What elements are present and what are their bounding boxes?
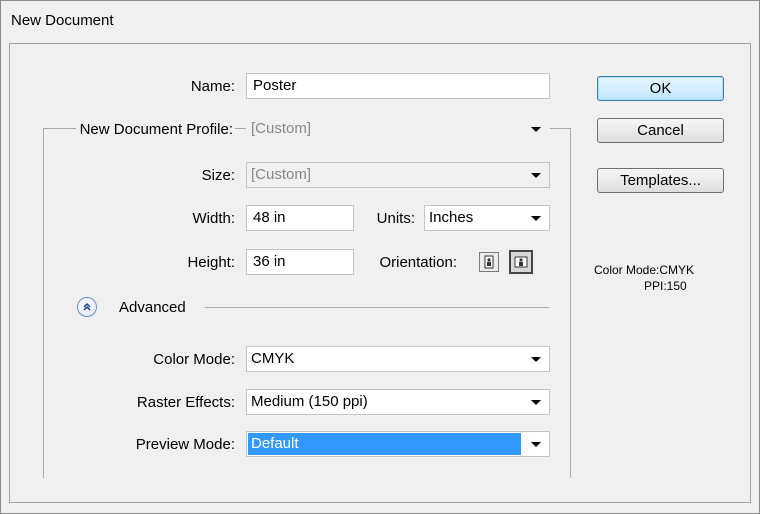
title-bar: New Document xyxy=(1,1,759,43)
height-input[interactable]: 36 in xyxy=(246,249,354,275)
name-input[interactable]: Poster xyxy=(246,73,550,99)
chevron-down-icon[interactable] xyxy=(523,163,549,187)
chevron-down-icon[interactable] xyxy=(523,117,549,141)
advanced-separator xyxy=(205,307,549,308)
profile-dropdown[interactable]: [Custom] xyxy=(246,116,550,142)
chevron-down-icon[interactable] xyxy=(523,206,549,230)
units-label: Units: xyxy=(376,210,415,227)
cancel-button[interactable]: Cancel xyxy=(597,118,724,143)
ok-button[interactable]: OK xyxy=(597,76,724,101)
new-document-dialog: New Document Name: Poster New Document P… xyxy=(0,0,760,514)
size-dropdown[interactable]: [Custom] xyxy=(246,162,550,188)
color-mode-dropdown[interactable]: CMYK xyxy=(246,346,550,372)
units-value: Inches xyxy=(429,209,474,226)
preview-mode-dropdown[interactable]: Default xyxy=(246,431,550,457)
templates-button[interactable]: Templates... xyxy=(597,168,724,193)
color-mode-label: Color Mode: xyxy=(153,351,235,368)
raster-effects-label: Raster Effects: xyxy=(136,394,235,411)
width-label: Width: xyxy=(192,210,235,227)
size-label: Size: xyxy=(201,167,235,184)
landscape-orientation-icon[interactable] xyxy=(509,250,533,274)
width-input[interactable]: 48 in xyxy=(246,205,354,231)
preview-mode-label: Preview Mode: xyxy=(135,436,235,453)
portrait-orientation-icon[interactable] xyxy=(479,252,499,272)
raster-effects-dropdown[interactable]: Medium (150 ppi) xyxy=(246,389,550,415)
collapse-double-chevron-icon[interactable] xyxy=(77,297,97,317)
color-mode-value: CMYK xyxy=(251,350,295,367)
color-mode-info: Color Mode:CMYK xyxy=(594,263,695,277)
raster-effects-value: Medium (150 ppi) xyxy=(251,393,368,410)
advanced-label[interactable]: Advanced xyxy=(119,299,186,316)
window-title: New Document xyxy=(11,12,114,29)
preview-mode-value: Default xyxy=(248,433,521,455)
units-dropdown[interactable]: Inches xyxy=(424,205,550,231)
profile-label: New Document Profile: xyxy=(75,121,235,138)
ppi-info: PPI:150 xyxy=(644,279,687,293)
orientation-label: Orientation: xyxy=(379,254,457,271)
chevron-down-icon[interactable] xyxy=(523,432,549,456)
chevron-down-icon[interactable] xyxy=(523,390,549,414)
name-label: Name: xyxy=(190,78,235,95)
chevron-down-icon[interactable] xyxy=(523,347,549,371)
size-value: [Custom] xyxy=(251,166,312,183)
height-label: Height: xyxy=(187,254,235,271)
profile-value: [Custom] xyxy=(251,120,312,137)
